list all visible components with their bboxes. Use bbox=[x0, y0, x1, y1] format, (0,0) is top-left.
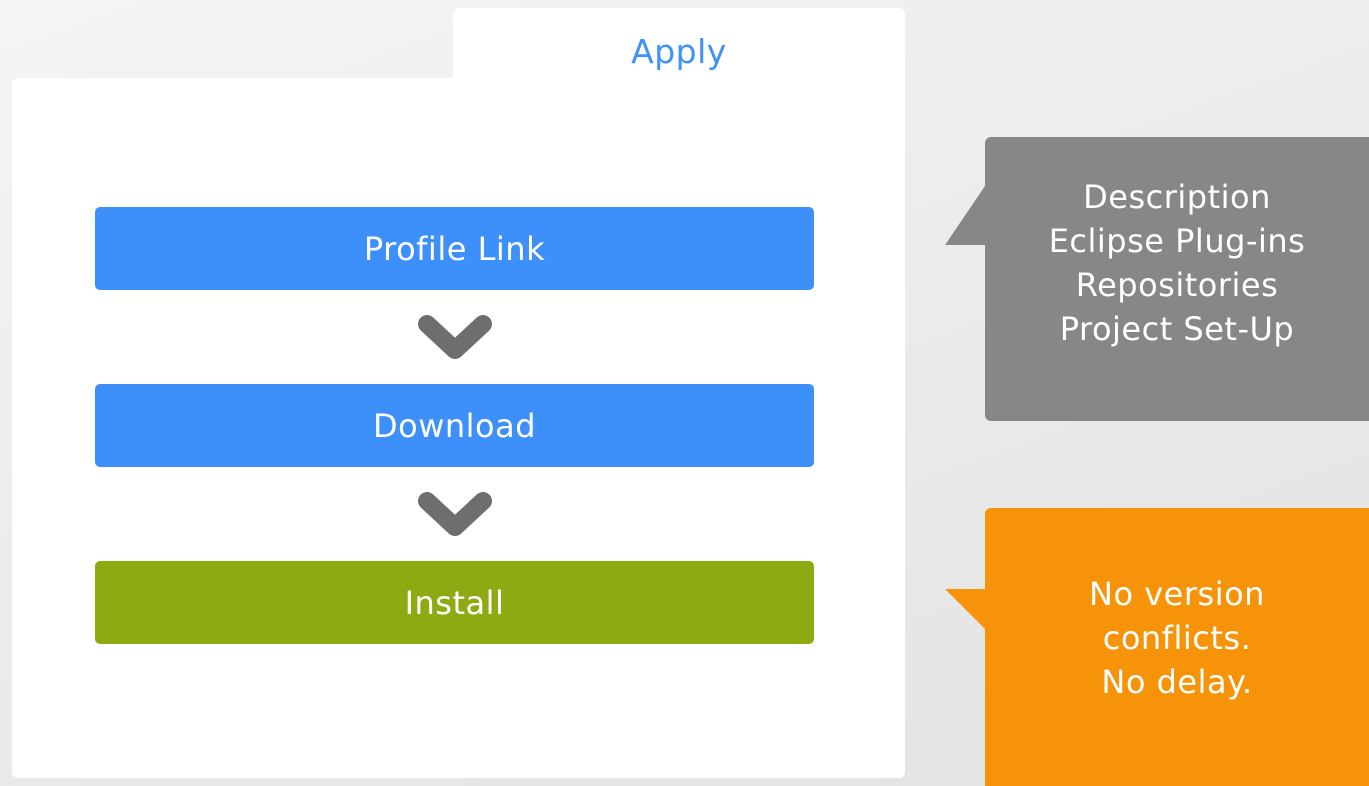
callout-line: Description bbox=[1083, 178, 1271, 216]
apply-tab: Apply bbox=[453, 8, 905, 98]
callout-line: Repositories bbox=[1075, 266, 1279, 304]
callout-line: Project Set-Up bbox=[1059, 310, 1295, 348]
details-callout: Description Eclipse Plug-ins Repositorie… bbox=[985, 137, 1369, 421]
chevron-down-icon bbox=[418, 492, 492, 536]
step-label: Download bbox=[372, 406, 537, 445]
callout-line: Eclipse Plug-ins bbox=[1048, 222, 1306, 260]
step-download: Download bbox=[95, 384, 814, 467]
callout-line: No delay. bbox=[1101, 663, 1253, 701]
callout-pointer bbox=[945, 183, 987, 245]
apply-tab-label: Apply bbox=[631, 32, 727, 71]
step-label: Profile Link bbox=[363, 229, 546, 268]
step-profile-link: Profile Link bbox=[95, 207, 814, 290]
chevron-down-icon bbox=[418, 315, 492, 359]
step-label: Install bbox=[404, 583, 505, 622]
callout-line: No version bbox=[1089, 575, 1265, 613]
callout-pointer bbox=[945, 589, 987, 631]
callout-line: conflicts. bbox=[1102, 619, 1252, 657]
step-install: Install bbox=[95, 561, 814, 644]
benefits-callout: No version conflicts. No delay. bbox=[985, 508, 1369, 786]
